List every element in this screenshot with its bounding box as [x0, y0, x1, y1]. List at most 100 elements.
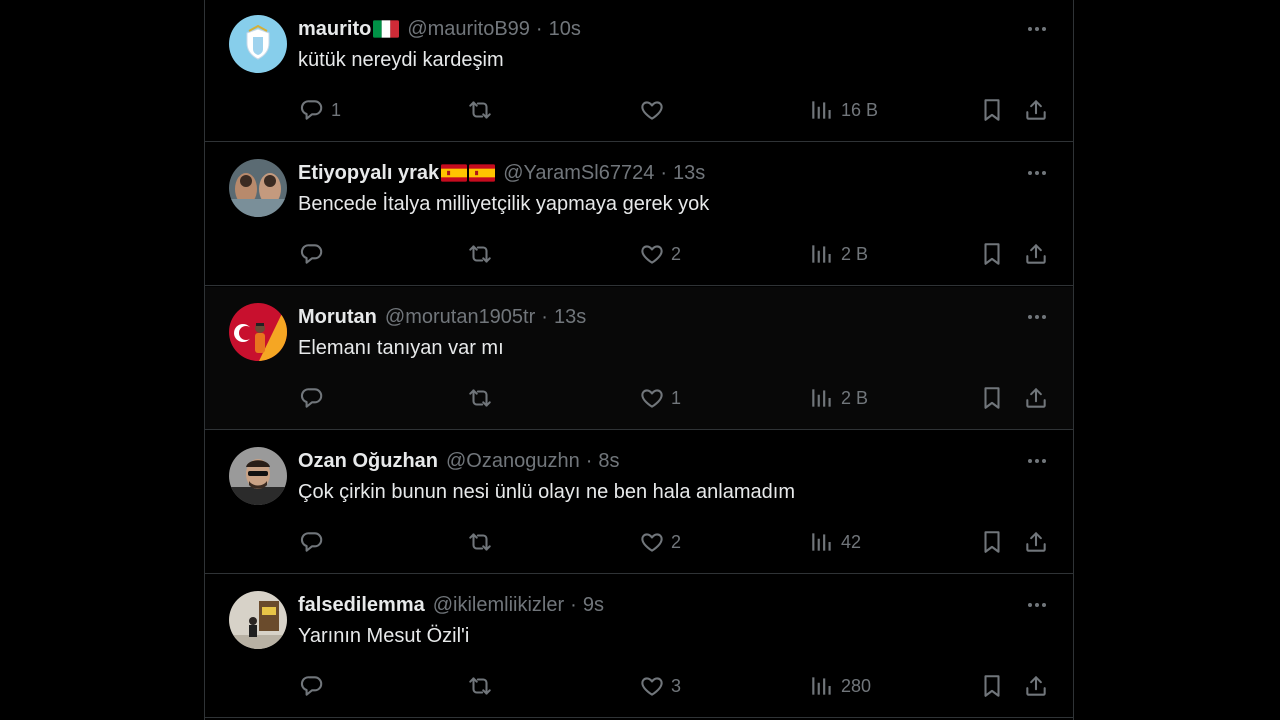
lazio-crest-avatar[interactable]: [229, 15, 287, 73]
separator-dot: ·: [541, 305, 548, 328]
tweet-text: Çok çirkin bunun nesi ünlü olayı ne ben …: [298, 481, 795, 503]
retweet-button[interactable]: [467, 383, 493, 413]
like-button[interactable]: [639, 95, 665, 125]
like-count: 1: [671, 387, 682, 408]
action-bar: 1 2 B: [205, 383, 1073, 413]
more-dots-icon[interactable]: [1025, 163, 1049, 183]
timestamp[interactable]: 13s: [673, 162, 705, 185]
retweet-button[interactable]: [467, 671, 493, 701]
views-button[interactable]: 42: [809, 527, 861, 557]
photo-avatar[interactable]: [229, 159, 287, 217]
galatasaray-avatar[interactable]: [229, 303, 287, 361]
view-count: 2 B: [841, 243, 869, 264]
like-count: 2: [671, 243, 682, 264]
author-handle[interactable]: @ikilemliikizler: [433, 594, 564, 617]
more-dots-icon[interactable]: [1025, 19, 1049, 39]
views-chart-icon: [809, 241, 835, 267]
separator-dot: ·: [570, 593, 577, 616]
view-count: 42: [841, 531, 862, 552]
bookmark-icon: [979, 385, 1005, 411]
author-handle[interactable]: @Ozanoguzhn: [446, 450, 580, 473]
retweet-icon: [467, 529, 493, 555]
bookmark-button[interactable]: [979, 527, 1005, 557]
like-button[interactable]: 3: [639, 671, 681, 701]
like-count: 2: [671, 531, 682, 552]
tweet[interactable]: Morutan @morutan1905tr · 13s Elemanı tan…: [205, 287, 1073, 430]
heart-icon: [639, 241, 665, 267]
retweet-button[interactable]: [467, 239, 493, 269]
reply-button[interactable]: [299, 671, 325, 701]
reply-button[interactable]: [299, 527, 325, 557]
author-handle[interactable]: @YaramSl67724: [503, 162, 654, 185]
timestamp[interactable]: 10s: [549, 18, 581, 41]
spain-flag: [441, 164, 468, 182]
heart-icon: [639, 673, 665, 699]
bookmark-icon: [979, 673, 1005, 699]
retweet-icon: [467, 241, 493, 267]
tweet-header: maurito @mauritoB99 · 10s: [298, 17, 581, 41]
author-handle[interactable]: @morutan1905tr: [385, 306, 535, 329]
share-button[interactable]: [1023, 527, 1049, 557]
share-icon: [1023, 673, 1049, 699]
views-chart-icon: [809, 529, 835, 555]
action-bar: 1 16 B: [205, 95, 1073, 125]
like-button[interactable]: 2: [639, 527, 681, 557]
action-bar: 2 2 B: [205, 239, 1073, 269]
tweet[interactable]: Etiyopyalı yrak @YaramSl67724 · 13s Benc…: [205, 143, 1073, 286]
heart-icon: [639, 529, 665, 555]
views-button[interactable]: 16 B: [809, 95, 878, 125]
share-icon: [1023, 385, 1049, 411]
like-button[interactable]: 2: [639, 239, 681, 269]
like-button[interactable]: 1: [639, 383, 681, 413]
tweet[interactable]: maurito @mauritoB99 · 10s kütük nereydi …: [205, 0, 1073, 142]
timestamp[interactable]: 9s: [583, 594, 604, 617]
retweet-icon: [467, 673, 493, 699]
tweet[interactable]: Ozan Oğuzhan @Ozanoguzhn · 8s Çok çirkin…: [205, 431, 1073, 574]
views-button[interactable]: 280: [809, 671, 871, 701]
tweet-text: Yarının Mesut Özil'i: [298, 625, 470, 647]
author-name[interactable]: Morutan: [298, 306, 377, 329]
reply-button[interactable]: [299, 383, 325, 413]
bookmark-button[interactable]: [979, 95, 1005, 125]
author-name[interactable]: Ozan Oğuzhan: [298, 450, 438, 473]
more-dots-icon[interactable]: [1025, 307, 1049, 327]
bookmark-button[interactable]: [979, 239, 1005, 269]
tweet-text: Elemanı tanıyan var mı: [298, 337, 504, 359]
share-icon: [1023, 529, 1049, 555]
view-count: 16 B: [841, 99, 879, 120]
heart-icon: [639, 97, 665, 123]
views-button[interactable]: 2 B: [809, 239, 868, 269]
tweet-header: Ozan Oğuzhan @Ozanoguzhn · 8s: [298, 449, 620, 473]
timestamp[interactable]: 8s: [598, 450, 619, 473]
italy-flag: [373, 20, 400, 38]
reply-icon: [299, 97, 325, 123]
street-photo-avatar[interactable]: [229, 591, 287, 649]
share-button[interactable]: [1023, 95, 1049, 125]
author-name[interactable]: falsedilemma: [298, 594, 425, 617]
bookmark-button[interactable]: [979, 383, 1005, 413]
retweet-icon: [467, 385, 493, 411]
timestamp[interactable]: 13s: [554, 306, 586, 329]
heart-icon: [639, 385, 665, 411]
reply-button[interactable]: 1: [299, 95, 341, 125]
retweet-button[interactable]: [467, 527, 493, 557]
author-name[interactable]: Etiyopyalı yrak: [298, 162, 439, 185]
tweet[interactable]: falsedilemma @ikilemliikizler · 9s Yarın…: [205, 575, 1073, 718]
retweet-button[interactable]: [467, 95, 493, 125]
tweet-header: falsedilemma @ikilemliikizler · 9s: [298, 593, 604, 617]
more-dots-icon[interactable]: [1025, 451, 1049, 471]
share-button[interactable]: [1023, 239, 1049, 269]
bookmark-button[interactable]: [979, 671, 1005, 701]
views-button[interactable]: 2 B: [809, 383, 868, 413]
portrait-avatar[interactable]: [229, 447, 287, 505]
share-button[interactable]: [1023, 671, 1049, 701]
more-dots-icon[interactable]: [1025, 595, 1049, 615]
views-chart-icon: [809, 385, 835, 411]
spain-flag: [469, 164, 496, 182]
reply-button[interactable]: [299, 239, 325, 269]
author-name[interactable]: maurito: [298, 18, 371, 41]
share-button[interactable]: [1023, 383, 1049, 413]
name-flags: [371, 18, 400, 41]
share-icon: [1023, 97, 1049, 123]
author-handle[interactable]: @mauritoB99: [407, 18, 530, 41]
